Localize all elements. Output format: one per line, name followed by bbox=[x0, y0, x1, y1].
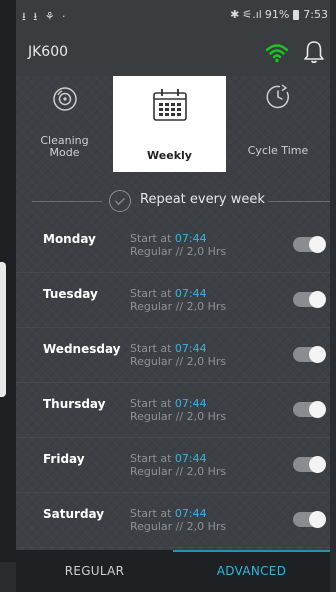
tab-cycle-time[interactable]: Cycle Time bbox=[226, 76, 330, 172]
tab-regular[interactable]: REGULAR bbox=[16, 550, 173, 592]
schedule-detail: Regular // 2,0 Hrs bbox=[130, 355, 227, 368]
status-right: ✱ ⚟.ıl 91% 7:53 bbox=[230, 8, 328, 21]
signal-icon: ⚟.ıl bbox=[242, 8, 262, 21]
day-row-monday[interactable]: Monday Start at 07:44 Regular // 2,0 Hrs bbox=[16, 218, 330, 273]
check-circle-icon[interactable] bbox=[109, 190, 131, 212]
day-row-friday[interactable]: Friday Start at 07:44 Regular // 2,0 Hrs bbox=[16, 438, 330, 493]
day-schedule: Start at 07:44 Regular // 2,0 Hrs bbox=[130, 287, 226, 313]
tab-cleaning-mode[interactable]: Cleaning Mode bbox=[16, 76, 113, 172]
bell-icon[interactable] bbox=[303, 40, 325, 64]
start-prefix: Start at bbox=[130, 397, 172, 410]
day-name: Tuesday bbox=[43, 287, 98, 301]
start-time: 07:44 bbox=[174, 287, 207, 300]
day-name: Friday bbox=[43, 452, 85, 466]
schedule-detail: Regular // 2,0 Hrs bbox=[130, 410, 227, 423]
start-time: 07:44 bbox=[174, 452, 207, 465]
day-row-thursday[interactable]: Thursday Start at 07:44 Regular // 2,0 H… bbox=[16, 383, 330, 438]
calendar-icon bbox=[152, 89, 187, 121]
start-prefix: Start at bbox=[130, 232, 172, 245]
side-edge-bottom bbox=[0, 562, 16, 592]
toggle-knob bbox=[309, 346, 326, 363]
start-time: 07:44 bbox=[174, 342, 207, 355]
schedule-detail: Regular // 2,0 Hrs bbox=[130, 520, 227, 533]
bottom-tab-bar: REGULAR ADVANCED bbox=[16, 550, 330, 592]
schedule-detail: Regular // 2,0 Hrs bbox=[130, 465, 227, 478]
tab-advanced[interactable]: ADVANCED bbox=[173, 550, 330, 592]
divider-left bbox=[32, 201, 102, 202]
notification-icons: ⭳ ⭳ ⚘ · bbox=[22, 10, 68, 23]
battery-percent: 91% bbox=[264, 8, 290, 21]
clock-icon bbox=[266, 84, 289, 109]
tab-cleaning-label-2: Mode bbox=[49, 146, 80, 159]
repeat-label: Repeat every week bbox=[140, 192, 265, 207]
start-prefix: Start at bbox=[130, 342, 172, 355]
toggle-knob bbox=[309, 236, 326, 253]
bluetooth-icon: ✱ bbox=[230, 8, 240, 21]
repeat-every-week[interactable]: Repeat every week bbox=[16, 184, 330, 218]
app-screen: ⭳ ⭳ ⚘ · ✱ ⚟.ıl 91% 7:53 JK600 Cleaning M… bbox=[16, 0, 330, 592]
tab-weekly-label: Weekly bbox=[147, 149, 192, 162]
device-title: JK600 bbox=[28, 44, 69, 60]
day-name: Thursday bbox=[43, 397, 106, 411]
mode-tabs: Cleaning Mode Weekly Cycle Time bbox=[16, 76, 330, 172]
status-bar: ⭳ ⭳ ⚘ · ✱ ⚟.ıl 91% 7:53 bbox=[16, 0, 330, 30]
toggle-knob bbox=[309, 456, 326, 473]
start-prefix: Start at bbox=[130, 452, 172, 465]
schedule-detail: Regular // 2,0 Hrs bbox=[130, 245, 227, 258]
divider-right bbox=[268, 201, 330, 202]
day-toggle[interactable] bbox=[293, 456, 326, 473]
start-time: 07:44 bbox=[174, 507, 207, 520]
right-edge bbox=[330, 0, 336, 592]
day-row-saturday[interactable]: Saturday Start at 07:44 Regular // 2,0 H… bbox=[16, 493, 330, 548]
day-row-wednesday[interactable]: Wednesday Start at 07:44 Regular // 2,0 … bbox=[16, 328, 330, 383]
tab-weekly[interactable]: Weekly bbox=[113, 76, 226, 172]
day-schedule: Start at 07:44 Regular // 2,0 Hrs bbox=[130, 507, 226, 533]
day-toggle[interactable] bbox=[293, 236, 326, 253]
app-bar: JK600 bbox=[16, 30, 330, 76]
cleaning-mode-icon bbox=[52, 87, 77, 111]
clock-time: 7:53 bbox=[303, 8, 328, 21]
left-edge bbox=[0, 0, 16, 592]
toggle-knob bbox=[309, 511, 326, 528]
schedule-detail: Regular // 2,0 Hrs bbox=[130, 300, 227, 313]
battery-icon bbox=[293, 9, 300, 20]
day-schedule: Start at 07:44 Regular // 2,0 Hrs bbox=[130, 232, 226, 258]
wifi-icon[interactable] bbox=[266, 43, 288, 63]
day-row-tuesday[interactable]: Tuesday Start at 07:44 Regular // 2,0 Hr… bbox=[16, 273, 330, 328]
weekday-list: Monday Start at 07:44 Regular // 2,0 Hrs… bbox=[16, 218, 330, 548]
day-toggle[interactable] bbox=[293, 346, 326, 363]
day-toggle[interactable] bbox=[293, 401, 326, 418]
day-toggle[interactable] bbox=[293, 291, 326, 308]
tab-cycle-time-label: Cycle Time bbox=[247, 144, 309, 157]
start-time: 07:44 bbox=[174, 397, 207, 410]
day-schedule: Start at 07:44 Regular // 2,0 Hrs bbox=[130, 452, 226, 478]
toggle-knob bbox=[309, 401, 326, 418]
day-toggle[interactable] bbox=[293, 511, 326, 528]
side-edge-panel bbox=[0, 262, 6, 397]
start-prefix: Start at bbox=[130, 507, 172, 520]
day-schedule: Start at 07:44 Regular // 2,0 Hrs bbox=[130, 397, 226, 423]
day-name: Monday bbox=[43, 232, 96, 246]
toggle-knob bbox=[309, 291, 326, 308]
start-time: 07:44 bbox=[174, 232, 207, 245]
start-prefix: Start at bbox=[130, 287, 172, 300]
day-name: Saturday bbox=[43, 507, 105, 521]
day-schedule: Start at 07:44 Regular // 2,0 Hrs bbox=[130, 342, 226, 368]
day-name: Wednesday bbox=[43, 342, 121, 356]
